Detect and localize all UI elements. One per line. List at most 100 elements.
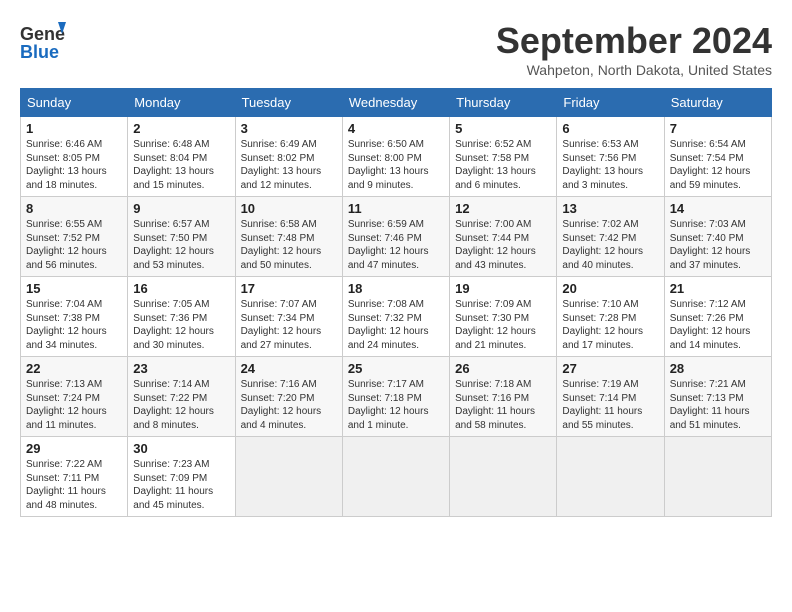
calendar-day-cell — [450, 437, 557, 517]
day-number: 10 — [241, 201, 337, 216]
weekday-header-wednesday: Wednesday — [342, 89, 449, 117]
day-number: 22 — [26, 361, 122, 376]
day-info: Sunrise: 6:58 AM Sunset: 7:48 PM Dayligh… — [241, 218, 337, 272]
day-number: 16 — [133, 281, 229, 296]
day-number: 12 — [455, 201, 551, 216]
calendar-day-cell: 29 Sunrise: 7:22 AM Sunset: 7:11 PM Dayli… — [21, 437, 128, 517]
day-info: Sunrise: 7:00 AM Sunset: 7:44 PM Dayligh… — [455, 218, 551, 272]
calendar-day-cell: 12 Sunrise: 7:00 AM Sunset: 7:44 PM Dayli… — [450, 197, 557, 277]
calendar-day-cell: 1 Sunrise: 6:46 AM Sunset: 8:05 PM Daylig… — [21, 117, 128, 197]
day-number: 26 — [455, 361, 551, 376]
logo-svg: GeneralBlue — [20, 20, 66, 62]
day-info: Sunrise: 7:03 AM Sunset: 7:40 PM Dayligh… — [670, 218, 766, 272]
calendar-day-cell: 21 Sunrise: 7:12 AM Sunset: 7:26 PM Dayli… — [664, 277, 771, 357]
day-info: Sunrise: 7:18 AM Sunset: 7:16 PM Dayligh… — [455, 378, 551, 432]
calendar-day-cell: 15Sunrise: 7:04 AM Sunset: 7:38 PM Dayli… — [21, 277, 128, 357]
day-number: 11 — [348, 201, 444, 216]
weekday-header-saturday: Saturday — [664, 89, 771, 117]
location: Wahpeton, North Dakota, United States — [496, 62, 772, 78]
day-info: Sunrise: 6:50 AM Sunset: 8:00 PM Dayligh… — [348, 138, 444, 192]
day-info: Sunrise: 7:04 AM Sunset: 7:38 PM Dayligh… — [26, 298, 122, 352]
day-info: Sunrise: 7:10 AM Sunset: 7:28 PM Dayligh… — [562, 298, 658, 352]
calendar-week-row: 1 Sunrise: 6:46 AM Sunset: 8:05 PM Daylig… — [21, 117, 772, 197]
calendar-day-cell: 11 Sunrise: 6:59 AM Sunset: 7:46 PM Dayli… — [342, 197, 449, 277]
day-info: Sunrise: 7:22 AM Sunset: 7:11 PM Dayligh… — [26, 458, 122, 512]
day-number: 5 — [455, 121, 551, 136]
svg-text:General: General — [20, 24, 66, 44]
weekday-header-thursday: Thursday — [450, 89, 557, 117]
day-info: Sunrise: 7:17 AM Sunset: 7:18 PM Dayligh… — [348, 378, 444, 432]
calendar-day-cell: 6Sunrise: 6:53 AM Sunset: 7:56 PM Daylig… — [557, 117, 664, 197]
day-info: Sunrise: 6:59 AM Sunset: 7:46 PM Dayligh… — [348, 218, 444, 272]
day-number: 18 — [348, 281, 444, 296]
day-info: Sunrise: 6:55 AM Sunset: 7:52 PM Dayligh… — [26, 218, 122, 272]
calendar-week-row: 15Sunrise: 7:04 AM Sunset: 7:38 PM Dayli… — [21, 277, 772, 357]
weekday-header-row: SundayMondayTuesdayWednesdayThursdayFrid… — [21, 89, 772, 117]
calendar-day-cell: 24 Sunrise: 7:16 AM Sunset: 7:20 PM Dayli… — [235, 357, 342, 437]
day-info: Sunrise: 7:02 AM Sunset: 7:42 PM Dayligh… — [562, 218, 658, 272]
weekday-header-monday: Monday — [128, 89, 235, 117]
day-info: Sunrise: 7:21 AM Sunset: 7:13 PM Dayligh… — [670, 378, 766, 432]
calendar-day-cell: 8 Sunrise: 6:55 AM Sunset: 7:52 PM Daylig… — [21, 197, 128, 277]
calendar-week-row: 8 Sunrise: 6:55 AM Sunset: 7:52 PM Daylig… — [21, 197, 772, 277]
day-number: 6 — [562, 121, 658, 136]
day-number: 23 — [133, 361, 229, 376]
day-number: 4 — [348, 121, 444, 136]
calendar-week-row: 29 Sunrise: 7:22 AM Sunset: 7:11 PM Dayli… — [21, 437, 772, 517]
day-info: Sunrise: 6:46 AM Sunset: 8:05 PM Dayligh… — [26, 138, 122, 192]
day-number: 28 — [670, 361, 766, 376]
day-number: 21 — [670, 281, 766, 296]
day-number: 3 — [241, 121, 337, 136]
day-info: Sunrise: 6:52 AM Sunset: 7:58 PM Dayligh… — [455, 138, 551, 192]
day-info: Sunrise: 7:12 AM Sunset: 7:26 PM Dayligh… — [670, 298, 766, 352]
day-number: 9 — [133, 201, 229, 216]
calendar-day-cell: 16Sunrise: 7:05 AM Sunset: 7:36 PM Dayli… — [128, 277, 235, 357]
day-number: 20 — [562, 281, 658, 296]
day-number: 24 — [241, 361, 337, 376]
svg-text:Blue: Blue — [20, 42, 59, 62]
weekday-header-sunday: Sunday — [21, 89, 128, 117]
calendar-day-cell — [235, 437, 342, 517]
calendar-day-cell: 5 Sunrise: 6:52 AM Sunset: 7:58 PM Daylig… — [450, 117, 557, 197]
calendar-day-cell: 25 Sunrise: 7:17 AM Sunset: 7:18 PM Dayli… — [342, 357, 449, 437]
calendar-day-cell: 3Sunrise: 6:49 AM Sunset: 8:02 PM Daylig… — [235, 117, 342, 197]
day-info: Sunrise: 7:13 AM Sunset: 7:24 PM Dayligh… — [26, 378, 122, 432]
day-info: Sunrise: 7:23 AM Sunset: 7:09 PM Dayligh… — [133, 458, 229, 512]
day-number: 17 — [241, 281, 337, 296]
day-number: 14 — [670, 201, 766, 216]
calendar-day-cell: 14 Sunrise: 7:03 AM Sunset: 7:40 PM Dayli… — [664, 197, 771, 277]
day-info: Sunrise: 7:07 AM Sunset: 7:34 PM Dayligh… — [241, 298, 337, 352]
weekday-header-tuesday: Tuesday — [235, 89, 342, 117]
day-number: 25 — [348, 361, 444, 376]
day-info: Sunrise: 7:08 AM Sunset: 7:32 PM Dayligh… — [348, 298, 444, 352]
day-number: 30 — [133, 441, 229, 456]
day-number: 27 — [562, 361, 658, 376]
calendar-day-cell: 20 Sunrise: 7:10 AM Sunset: 7:28 PM Dayli… — [557, 277, 664, 357]
calendar-day-cell: 27 Sunrise: 7:19 AM Sunset: 7:14 PM Dayli… — [557, 357, 664, 437]
calendar-day-cell: 26 Sunrise: 7:18 AM Sunset: 7:16 PM Dayli… — [450, 357, 557, 437]
calendar-day-cell — [557, 437, 664, 517]
day-info: Sunrise: 7:09 AM Sunset: 7:30 PM Dayligh… — [455, 298, 551, 352]
day-number: 29 — [26, 441, 122, 456]
calendar-day-cell: 4 Sunrise: 6:50 AM Sunset: 8:00 PM Daylig… — [342, 117, 449, 197]
calendar-week-row: 22 Sunrise: 7:13 AM Sunset: 7:24 PM Dayli… — [21, 357, 772, 437]
day-info: Sunrise: 7:16 AM Sunset: 7:20 PM Dayligh… — [241, 378, 337, 432]
day-number: 7 — [670, 121, 766, 136]
calendar-day-cell — [342, 437, 449, 517]
calendar-day-cell: 22 Sunrise: 7:13 AM Sunset: 7:24 PM Dayli… — [21, 357, 128, 437]
day-number: 1 — [26, 121, 122, 136]
day-info: Sunrise: 7:19 AM Sunset: 7:14 PM Dayligh… — [562, 378, 658, 432]
page-header: GeneralBlue September 2024 Wahpeton, Nor… — [20, 20, 772, 78]
day-number: 8 — [26, 201, 122, 216]
month-year: September 2024 — [496, 20, 772, 62]
day-number: 19 — [455, 281, 551, 296]
calendar-day-cell: 19 Sunrise: 7:09 AM Sunset: 7:30 PM Dayli… — [450, 277, 557, 357]
day-info: Sunrise: 6:54 AM Sunset: 7:54 PM Dayligh… — [670, 138, 766, 192]
calendar-day-cell: 13 Sunrise: 7:02 AM Sunset: 7:42 PM Dayli… — [557, 197, 664, 277]
day-number: 13 — [562, 201, 658, 216]
calendar-day-cell: 30 Sunrise: 7:23 AM Sunset: 7:09 PM Dayli… — [128, 437, 235, 517]
calendar-day-cell: 18 Sunrise: 7:08 AM Sunset: 7:32 PM Dayli… — [342, 277, 449, 357]
day-number: 2 — [133, 121, 229, 136]
calendar-day-cell: 17 Sunrise: 7:07 AM Sunset: 7:34 PM Dayli… — [235, 277, 342, 357]
day-info: Sunrise: 6:48 AM Sunset: 8:04 PM Dayligh… — [133, 138, 229, 192]
